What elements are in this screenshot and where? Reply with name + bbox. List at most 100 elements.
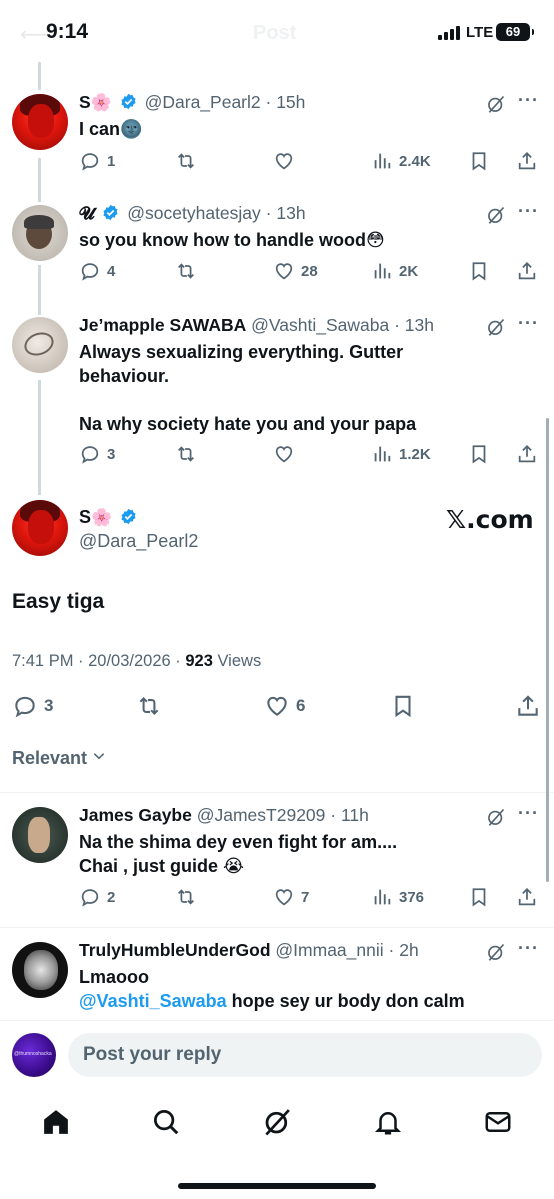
views-button[interactable]: 2K [371, 260, 418, 282]
author-handle[interactable]: @Dara_Pearl2 [145, 92, 261, 112]
main-author-name[interactable]: S🌸 [79, 507, 140, 528]
reply-count: 2 [107, 888, 116, 906]
chevron-down-icon [93, 753, 105, 760]
post-text-line: Na the shima dey even fight for am.... [79, 832, 398, 852]
repost-button[interactable] [175, 260, 197, 282]
views-button[interactable]: 1.2K [371, 443, 431, 465]
views-icon [374, 446, 391, 462]
views-button[interactable]: 2.4K [371, 150, 431, 172]
bookmark-button[interactable] [468, 260, 490, 282]
author-name[interactable]: TrulyHumbleUnderGod [79, 940, 271, 960]
reply-count: 3 [107, 445, 116, 463]
author-handle[interactable]: @Vashti_Sawaba [251, 315, 389, 335]
more-icon[interactable]: ··· [518, 201, 539, 222]
flower-emoji: 🌸 [91, 508, 113, 527]
grok-icon[interactable] [486, 807, 506, 827]
share-button[interactable] [516, 260, 538, 282]
nav-messages[interactable] [478, 1102, 518, 1142]
thread-post[interactable]: S🌸 @Dara_Pearl2 · 15h ··· I can🌚 1 2.4K [0, 90, 554, 190]
more-icon[interactable]: ··· [518, 313, 539, 334]
avatar[interactable] [12, 205, 68, 261]
bookmark-button[interactable] [468, 443, 490, 465]
repost-icon [139, 696, 159, 716]
mention-link[interactable]: @Vashti_Sawaba [79, 991, 227, 1011]
avatar[interactable] [12, 942, 68, 998]
more-icon[interactable]: ··· [518, 90, 539, 111]
share-button[interactable] [515, 693, 541, 719]
views-button[interactable]: 376 [371, 886, 424, 908]
post-header: Je’mapple SAWABA @Vashti_Sawaba · 13h [79, 315, 434, 335]
repost-button[interactable] [175, 150, 197, 172]
nav-home[interactable] [36, 1102, 76, 1142]
scrollbar[interactable] [546, 418, 549, 882]
like-button[interactable]: 7 [273, 886, 309, 908]
like-button[interactable] [273, 443, 295, 465]
reply-icon [15, 696, 35, 718]
post-header: 𝓤 @socetyhatesjay · 13h [79, 203, 306, 223]
home-indicator [178, 1183, 376, 1189]
more-icon[interactable]: ··· [518, 803, 539, 824]
bookmark-button[interactable] [468, 886, 490, 908]
author-handle[interactable]: @Immaa_nnii [275, 940, 383, 960]
author-name[interactable]: 𝓤 [79, 203, 95, 223]
mail-icon [485, 1112, 511, 1132]
nav-notifications[interactable] [368, 1102, 408, 1142]
more-icon[interactable]: ··· [518, 938, 539, 959]
repost-button[interactable] [175, 443, 197, 465]
main-post-text: Easy tiga [12, 590, 105, 613]
flower-emoji: 🌸 [90, 93, 112, 112]
bookmark-icon [472, 262, 486, 281]
reply-button[interactable]: 3 [79, 443, 115, 465]
avatar[interactable] [12, 807, 68, 863]
sort-dropdown[interactable]: Relevant [12, 748, 106, 769]
my-avatar[interactable]: @thumnoshacka [12, 1033, 56, 1077]
reply-post[interactable]: James Gaybe @JamesT29209 · 11h ··· Na th… [0, 803, 554, 927]
avatar[interactable] [12, 94, 68, 150]
main-post-actions: 3 6 [12, 693, 542, 721]
author-handle[interactable]: @socetyhatesjay [127, 203, 261, 223]
main-author-handle[interactable]: @Dara_Pearl2 [79, 531, 198, 552]
author-name[interactable]: S [79, 92, 91, 112]
repost-icon [178, 889, 194, 905]
share-button[interactable] [516, 443, 538, 465]
grok-icon[interactable] [486, 942, 506, 962]
thread-post[interactable]: 𝓤 @socetyhatesjay · 13h ··· so you know … [0, 201, 554, 303]
like-button[interactable]: 6 [264, 693, 305, 719]
bookmark-icon [472, 888, 486, 907]
like-button[interactable]: 28 [273, 260, 318, 282]
views-label: Views [212, 652, 262, 670]
nav-grok[interactable] [257, 1102, 297, 1142]
reply-button[interactable]: 1 [79, 150, 115, 172]
home-icon [44, 1110, 68, 1134]
reply-icon [81, 889, 99, 907]
author-name[interactable]: Je’mapple SAWABA [79, 315, 246, 335]
bookmark-button[interactable] [468, 150, 490, 172]
author-name[interactable]: James Gaybe [79, 805, 192, 825]
repost-button[interactable] [175, 886, 197, 908]
post-header: S🌸 @Dara_Pearl2 · 15h [79, 92, 306, 112]
nav-search[interactable] [146, 1102, 186, 1142]
reply-button[interactable]: 2 [79, 886, 115, 908]
reply-button[interactable]: 4 [79, 260, 115, 282]
views-count: 376 [399, 888, 425, 906]
views-count: 923 [185, 652, 213, 670]
author-handle[interactable]: @JamesT29209 [197, 805, 326, 825]
share-icon [518, 151, 536, 170]
main-avatar[interactable] [12, 500, 68, 556]
grok-icon[interactable] [486, 94, 506, 114]
heart-icon [275, 446, 293, 463]
views-count: 1.2K [399, 445, 431, 463]
repost-button[interactable] [136, 693, 162, 719]
grok-icon[interactable] [486, 317, 506, 337]
bookmark-button[interactable] [390, 693, 416, 719]
share-button[interactable] [516, 150, 538, 172]
share-button[interactable] [516, 886, 538, 908]
grok-icon[interactable] [486, 205, 506, 225]
post-text-line: Na why society hate you and your papa [79, 414, 417, 434]
reply-input[interactable] [68, 1033, 542, 1077]
avatar[interactable] [12, 317, 68, 373]
reply-post[interactable]: TrulyHumbleUnderGod @Immaa_nnii · 2h ···… [0, 938, 554, 1020]
thread-post[interactable]: Je’mapple SAWABA @Vashti_Sawaba · 13h ··… [0, 313, 554, 480]
like-button[interactable] [273, 150, 301, 172]
reply-button[interactable]: 3 [12, 693, 53, 719]
